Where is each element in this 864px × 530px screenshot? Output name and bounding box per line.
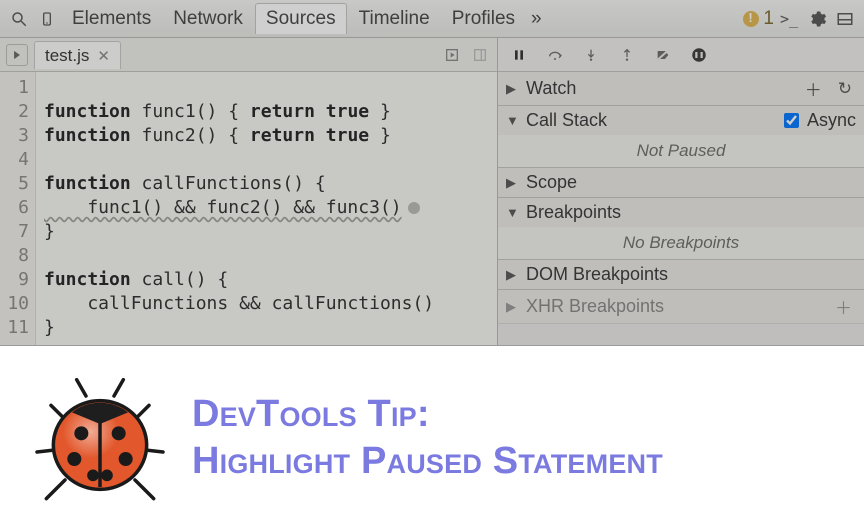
code-lines: function func1() { return true }function… [36, 72, 497, 345]
tip-line-2: Highlight Paused Statement [192, 440, 663, 483]
tip-text: DevTools Tip: Highlight Paused Statement [192, 393, 663, 483]
section-label: XHR Breakpoints [526, 296, 823, 317]
callstack-body: Not Paused [498, 135, 864, 167]
warning-count: 1 [763, 8, 774, 30]
tab-profiles[interactable]: Profiles [442, 4, 525, 34]
file-tabbar: test.js ✕ [0, 38, 497, 72]
section-header-scope[interactable]: ▶ Scope [498, 168, 864, 197]
step-out-icon[interactable] [616, 44, 638, 66]
drawer-toggle-icon[interactable] [832, 6, 858, 32]
devtools-topbar: Elements Network Sources Timeline Profil… [0, 0, 864, 38]
disclosure-triangle-icon: ▼ [506, 113, 518, 128]
debugger-toolbar [498, 38, 864, 72]
step-over-icon[interactable] [544, 44, 566, 66]
warning-badge[interactable]: 1 [743, 8, 774, 30]
tip-line-1: DevTools Tip: [192, 393, 663, 436]
section-header-xhr[interactable]: ▶ XHR Breakpoints ＋ [498, 290, 864, 323]
sources-split: test.js ✕ 1234567891011 function func1()… [0, 38, 864, 345]
section-label: Breakpoints [526, 202, 856, 223]
navigator-toggle-icon[interactable] [6, 44, 28, 66]
section-header-breakpoints[interactable]: ▼ Breakpoints [498, 198, 864, 227]
devtools-panel: Elements Network Sources Timeline Profil… [0, 0, 864, 346]
section-label: Call Stack [526, 110, 776, 131]
code-editor[interactable]: 1234567891011 function func1() { return … [0, 72, 497, 345]
async-checkbox[interactable] [784, 113, 799, 128]
run-snippet-icon[interactable] [441, 44, 463, 66]
section-label: Scope [526, 172, 856, 193]
add-watch-icon[interactable]: ＋ [801, 76, 826, 101]
settings-gear-icon[interactable] [804, 6, 830, 32]
disclosure-triangle-icon: ▶ [506, 81, 518, 97]
section-callstack: ▼ Call Stack Async Not Paused [498, 106, 864, 168]
file-tab-label: test.js [45, 46, 89, 66]
refresh-icon[interactable]: ↻ [834, 79, 856, 99]
tab-timeline[interactable]: Timeline [349, 4, 440, 34]
deactivate-breakpoints-icon[interactable] [652, 44, 674, 66]
tabs-overflow[interactable]: » [527, 4, 546, 34]
add-icon[interactable]: ＋ [831, 294, 856, 319]
disclosure-triangle-icon: ▶ [506, 299, 518, 315]
disclosure-triangle-icon: ▼ [506, 205, 518, 220]
async-label: Async [807, 110, 856, 131]
tab-sources[interactable]: Sources [255, 3, 347, 34]
file-tab[interactable]: test.js ✕ [34, 41, 121, 69]
section-watch: ▶ Watch ＋ ↻ [498, 72, 864, 106]
section-header-dom[interactable]: ▶ DOM Breakpoints [498, 260, 864, 289]
pause-icon[interactable] [508, 44, 530, 66]
step-into-icon[interactable] [580, 44, 602, 66]
ladybug-icon [30, 368, 170, 508]
pause-on-exceptions-icon[interactable] [688, 44, 710, 66]
tab-network[interactable]: Network [163, 4, 253, 34]
close-icon[interactable]: ✕ [97, 47, 110, 65]
disclosure-triangle-icon: ▶ [506, 267, 518, 283]
tab-elements[interactable]: Elements [62, 4, 161, 34]
line-gutter: 1234567891011 [0, 72, 36, 345]
warning-icon [743, 11, 759, 27]
tip-caption: DevTools Tip: Highlight Paused Statement [0, 346, 864, 530]
toggle-sidebar-icon[interactable] [469, 44, 491, 66]
search-icon[interactable] [6, 6, 32, 32]
section-header-callstack[interactable]: ▼ Call Stack Async [498, 106, 864, 135]
console-toggle-icon[interactable]: >_ [776, 6, 802, 32]
device-icon[interactable] [34, 6, 60, 32]
debugger-pane: ▶ Watch ＋ ↻ ▼ Call Stack Async Not Pause… [498, 38, 864, 345]
editor-pane: test.js ✕ 1234567891011 function func1()… [0, 38, 498, 345]
section-xhr-breakpoints: ▶ XHR Breakpoints ＋ [498, 290, 864, 324]
section-label: Watch [526, 78, 793, 99]
section-scope: ▶ Scope [498, 168, 864, 198]
disclosure-triangle-icon: ▶ [506, 175, 518, 191]
section-header-watch[interactable]: ▶ Watch ＋ ↻ [498, 72, 864, 105]
section-breakpoints: ▼ Breakpoints No Breakpoints [498, 198, 864, 260]
section-label: DOM Breakpoints [526, 264, 856, 285]
section-dom-breakpoints: ▶ DOM Breakpoints [498, 260, 864, 290]
breakpoints-body: No Breakpoints [498, 227, 864, 259]
